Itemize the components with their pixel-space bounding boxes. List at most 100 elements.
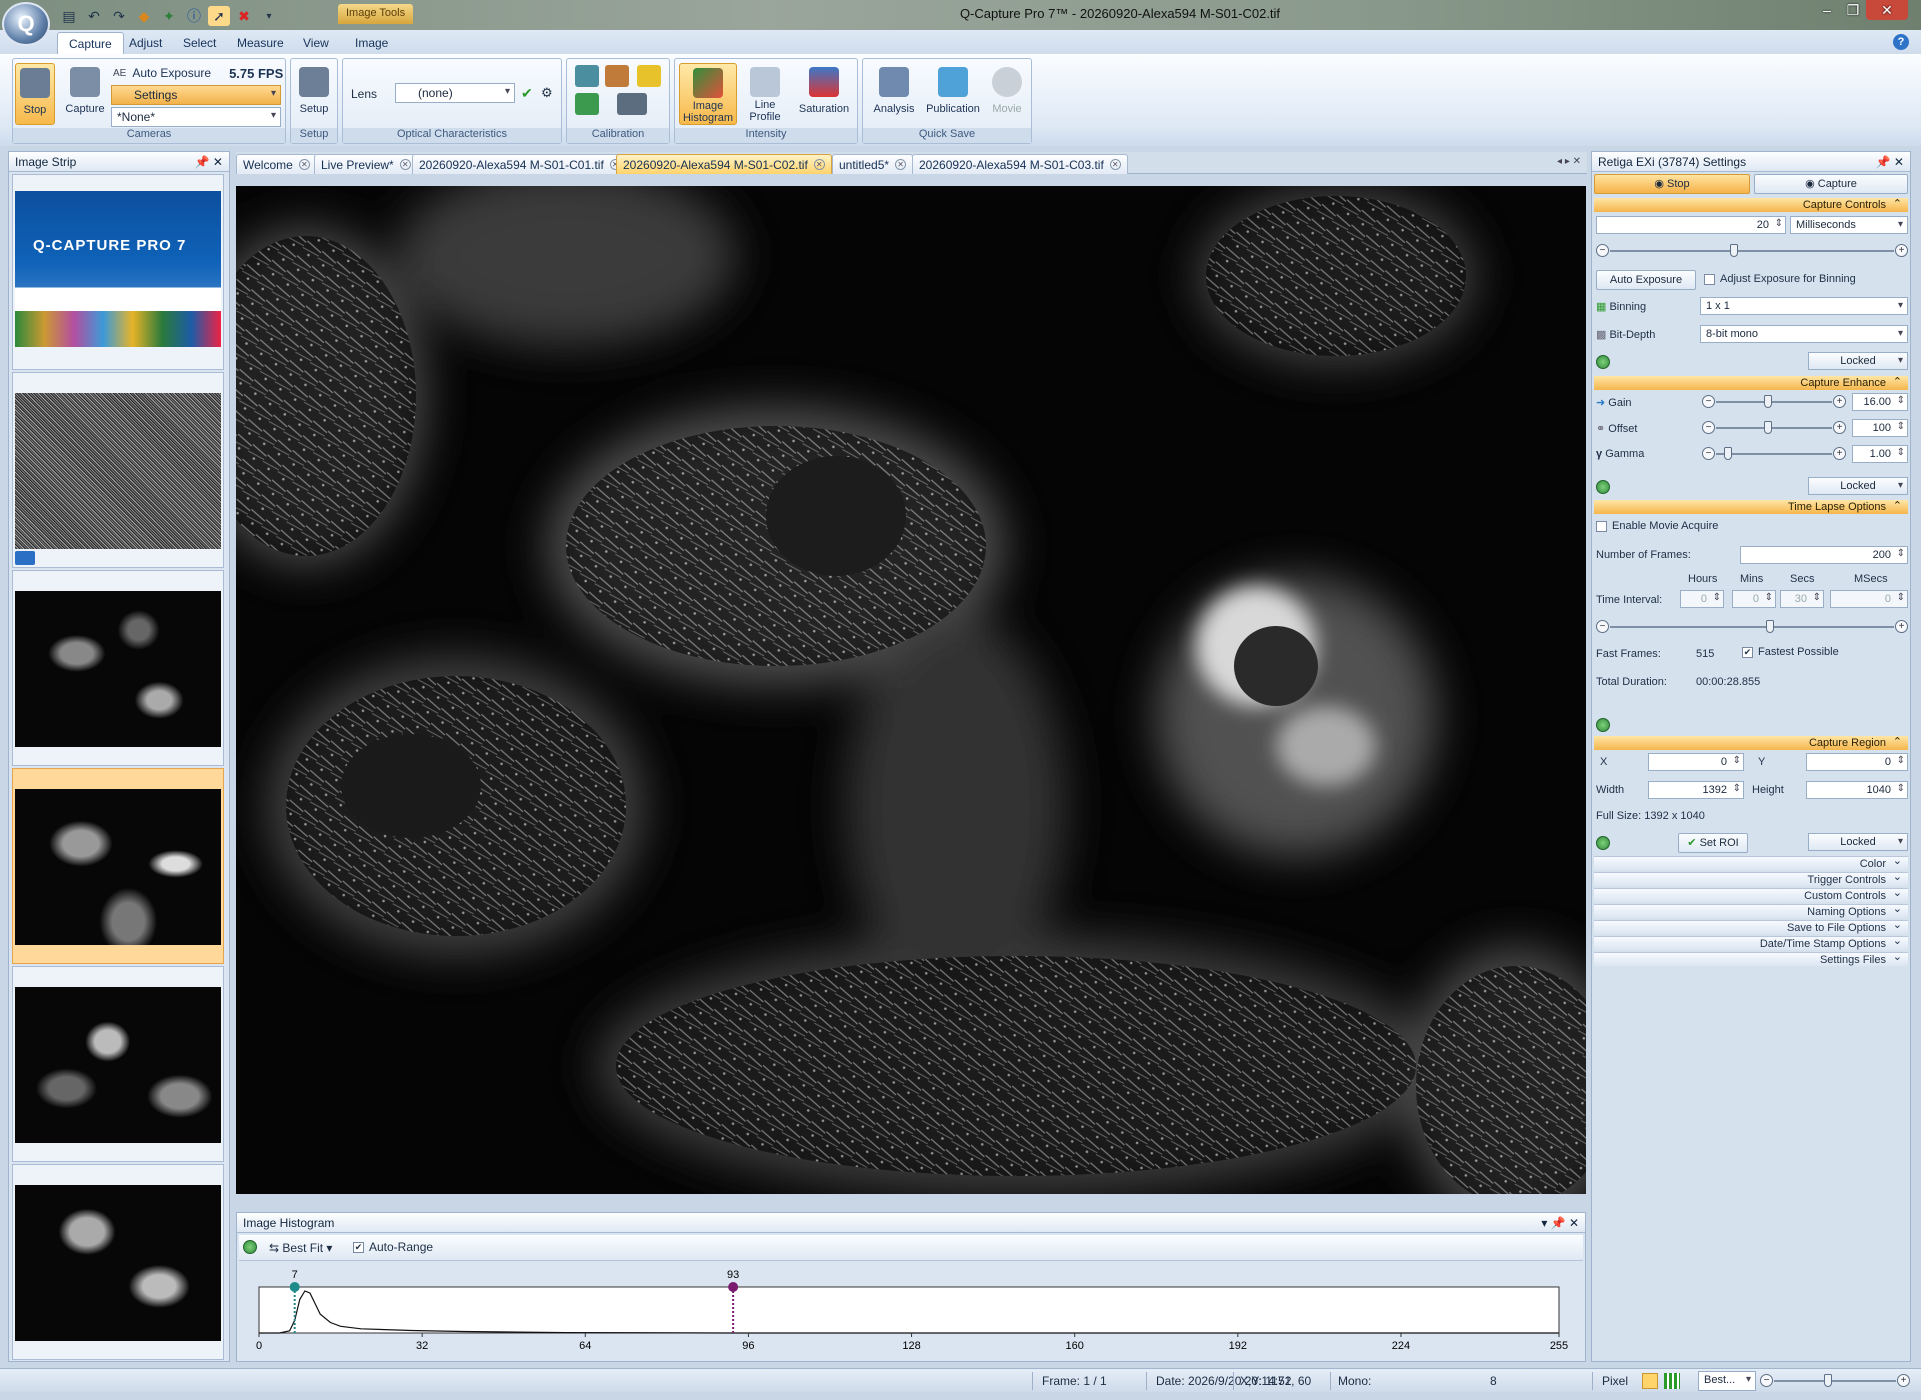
apply-lens-icon[interactable]: ✔ bbox=[521, 85, 533, 102]
stop-button[interactable]: Stop bbox=[15, 63, 55, 125]
customize-qat-icon[interactable]: ▾ bbox=[258, 6, 280, 26]
set-roi-button[interactable]: ✔ Set ROI bbox=[1678, 833, 1748, 853]
setup-button[interactable]: Setup bbox=[293, 63, 335, 125]
tab-image[interactable]: Image bbox=[344, 32, 399, 54]
capture-controls-locked[interactable]: Locked bbox=[1808, 352, 1908, 370]
interval-secs-input[interactable]: 30 bbox=[1780, 590, 1824, 608]
panel-pin-close-icons[interactable]: 📌 ✕ bbox=[195, 155, 223, 169]
bitdepth-select[interactable]: 8-bit mono bbox=[1700, 325, 1908, 343]
low-limit-handle[interactable] bbox=[289, 1282, 300, 1292]
tab-view[interactable]: View bbox=[292, 32, 340, 54]
lens-settings-icon[interactable]: ⚙ bbox=[541, 85, 553, 101]
calibrate-brush-icon[interactable] bbox=[605, 65, 629, 87]
close-tab-icon[interactable]: ✕ bbox=[813, 159, 825, 170]
close-tab-icon[interactable]: ✕ bbox=[895, 159, 907, 170]
doc-tab-live-preview[interactable]: Live Preview* ✕ bbox=[314, 154, 418, 174]
close-window-icon[interactable]: ✕ bbox=[1866, 0, 1908, 20]
adjust-binning-checkbox[interactable]: Adjust Exposure for Binning bbox=[1704, 273, 1856, 285]
tab-capture[interactable]: Capture bbox=[57, 32, 124, 54]
thumbnail-untitled[interactable] bbox=[12, 1164, 224, 1360]
auto-exposure-button[interactable]: AE Auto Exposure 5.75 FPS bbox=[113, 63, 283, 83]
offset-slider[interactable]: − + bbox=[1702, 421, 1846, 435]
interval-mins-input[interactable]: 0 bbox=[1732, 590, 1776, 608]
slider-thumb[interactable] bbox=[1764, 395, 1772, 408]
interval-msecs-input[interactable]: 0 bbox=[1830, 590, 1908, 608]
close-tab-icon[interactable]: ✕ bbox=[399, 159, 411, 170]
increase-icon[interactable]: + bbox=[1833, 421, 1846, 434]
calibration-camera-icon[interactable] bbox=[617, 93, 647, 115]
fastest-possible-checkbox[interactable]: ✔ Fastest Possible bbox=[1742, 646, 1839, 658]
close-tab-icon[interactable]: ✕ bbox=[1109, 159, 1121, 170]
tag-icon[interactable]: ◆ bbox=[133, 6, 155, 26]
slider-thumb[interactable] bbox=[1724, 447, 1732, 460]
calibration-refresh-icon[interactable] bbox=[575, 93, 599, 115]
line-profile-button[interactable]: Line Profile bbox=[741, 63, 789, 125]
decrease-icon[interactable]: − bbox=[1596, 244, 1609, 257]
gain-slider[interactable]: − + bbox=[1702, 395, 1846, 409]
auto-exposure-button[interactable]: Auto Exposure bbox=[1596, 270, 1696, 290]
doc-tab-welcome[interactable]: Welcome ✕ bbox=[236, 154, 317, 174]
binning-select[interactable]: 1 x 1 bbox=[1700, 297, 1908, 315]
trigger-controls-section[interactable]: Trigger Controls bbox=[1594, 870, 1908, 886]
grid-view-icon[interactable] bbox=[1664, 1373, 1680, 1389]
settings-stop-button[interactable]: ◉ Stop bbox=[1594, 174, 1750, 194]
help-icon[interactable]: ? bbox=[1893, 34, 1909, 50]
tab-scroll-close-icons[interactable]: ◂ ▸ ✕ bbox=[1557, 156, 1581, 167]
publication-button[interactable]: Publication bbox=[923, 63, 983, 125]
fit-view-icon[interactable] bbox=[1642, 1373, 1658, 1389]
thumbnail-c02-selected[interactable] bbox=[12, 768, 224, 964]
image-viewer[interactable] bbox=[236, 186, 1586, 1194]
zoom-out-icon[interactable]: − bbox=[1760, 1374, 1773, 1387]
capture-controls-header[interactable]: Capture Controls bbox=[1594, 197, 1908, 212]
enable-movie-checkbox[interactable]: Enable Movie Acquire bbox=[1596, 520, 1718, 532]
thumbnail-c03[interactable] bbox=[12, 966, 224, 1162]
region-y-input[interactable]: 0 bbox=[1806, 753, 1908, 771]
analysis-button[interactable]: Analysis bbox=[867, 63, 921, 125]
refresh-icon[interactable] bbox=[1596, 480, 1610, 494]
image-histogram-button[interactable]: Image Histogram bbox=[679, 63, 737, 125]
doc-tab-untitled5[interactable]: untitled5* ✕ bbox=[832, 154, 914, 174]
layout-icon[interactable]: ▤ bbox=[58, 6, 80, 26]
capture-enhance-header[interactable]: Capture Enhance bbox=[1594, 375, 1908, 390]
number-of-frames-input[interactable]: 200 bbox=[1740, 546, 1908, 564]
thumbnail-c01[interactable] bbox=[12, 570, 224, 766]
decrease-icon[interactable]: − bbox=[1702, 395, 1715, 408]
offset-input[interactable]: 100 bbox=[1852, 419, 1908, 437]
slider-thumb[interactable] bbox=[1824, 1374, 1832, 1387]
tools-icon[interactable]: ✦ bbox=[158, 6, 180, 26]
panel-menu-pin-close-icons[interactable]: ▾ 📌 ✕ bbox=[1541, 1216, 1579, 1230]
zoom-slider[interactable]: − + bbox=[1760, 1374, 1910, 1388]
tab-select[interactable]: Select bbox=[172, 32, 227, 54]
capture-region-locked[interactable]: Locked bbox=[1808, 833, 1908, 851]
maximize-icon[interactable]: ❐ bbox=[1840, 0, 1866, 20]
calibrate-icon[interactable] bbox=[575, 65, 599, 87]
close-tab-icon[interactable]: ✕ bbox=[298, 159, 310, 170]
time-lapse-header[interactable]: Time Lapse Options bbox=[1594, 499, 1908, 514]
panel-pin-close-icons[interactable]: 📌 ✕ bbox=[1876, 155, 1904, 169]
refresh-icon[interactable] bbox=[1596, 836, 1610, 850]
doc-tab-c01[interactable]: 20260920-Alexa594 M-S01-C01.tif✕ bbox=[412, 154, 628, 174]
settings-combo[interactable]: Settings bbox=[111, 85, 281, 105]
best-fit-dropdown[interactable]: ⇆ Best Fit ▾ bbox=[269, 1241, 332, 1255]
date-time-stamp-section[interactable]: Date/Time Stamp Options bbox=[1594, 934, 1908, 950]
auto-range-checkbox[interactable]: ✔ Auto-Range bbox=[353, 1240, 433, 1254]
increase-icon[interactable]: + bbox=[1833, 447, 1846, 460]
save-to-file-section[interactable]: Save to File Options bbox=[1594, 918, 1908, 934]
undo-icon[interactable]: ↶ bbox=[83, 6, 105, 26]
thumbnail-live-preview[interactable] bbox=[12, 372, 224, 568]
interval-hours-input[interactable]: 0 bbox=[1680, 590, 1724, 608]
settings-files-section[interactable]: Settings Files bbox=[1594, 950, 1908, 966]
thumbnail-splash[interactable]: Q-CAPTURE PRO 7 bbox=[12, 174, 224, 370]
application-menu-button[interactable]: Q bbox=[2, 2, 50, 46]
increase-icon[interactable]: + bbox=[1895, 620, 1908, 633]
increase-icon[interactable]: + bbox=[1833, 395, 1846, 408]
delete-icon[interactable]: ✖ bbox=[233, 6, 255, 26]
time-interval-slider[interactable]: − + bbox=[1596, 620, 1908, 634]
exposure-unit-select[interactable]: Milliseconds bbox=[1790, 216, 1908, 234]
decrease-icon[interactable]: − bbox=[1596, 620, 1609, 633]
capture-region-header[interactable]: Capture Region bbox=[1594, 735, 1908, 750]
doc-tab-c02-active[interactable]: 20260920-Alexa594 M-S01-C02.tif ✕ bbox=[616, 154, 832, 174]
histogram-chart[interactable]: 7 93 0 32 64 96 128 160 192 224 255 bbox=[237, 1263, 1585, 1359]
ruler-icon[interactable] bbox=[637, 65, 661, 87]
high-limit-handle[interactable] bbox=[728, 1282, 739, 1292]
